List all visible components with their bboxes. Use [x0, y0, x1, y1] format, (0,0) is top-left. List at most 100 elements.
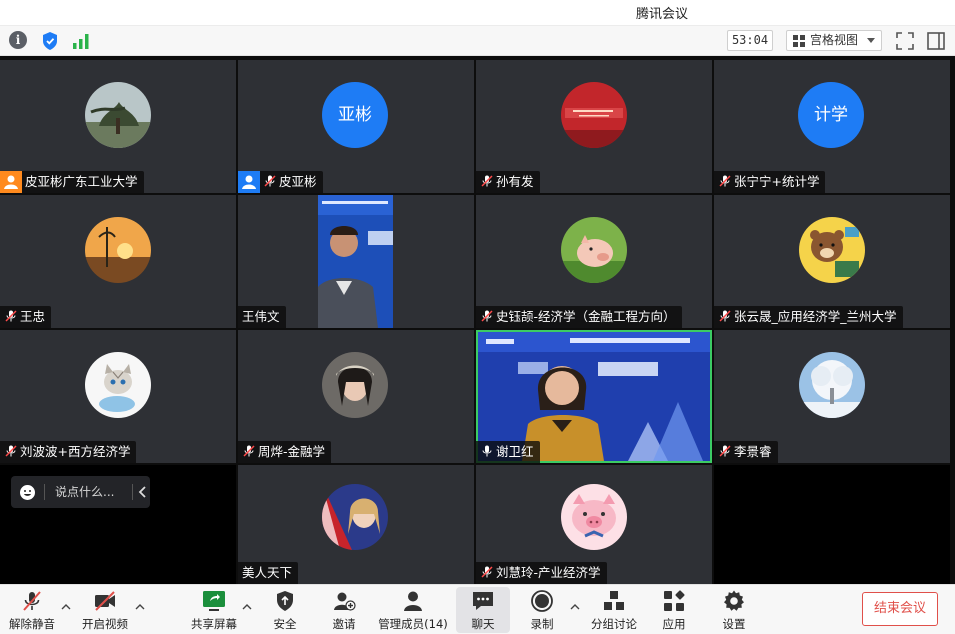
share-screen-button[interactable]: 共享屏幕 — [187, 587, 241, 633]
video-grid: 皮亚彬广东工业大学 亚彬 皮亚彬 孙有发 计学 张宁宁+统计学 王忠 王伟文 史… — [0, 56, 955, 584]
add-user-icon — [334, 592, 356, 611]
participant-name-tag: 张云晟_应用经济学_兰州大学 — [714, 306, 903, 328]
quick-chat-bar[interactable]: 说点什么... — [11, 476, 150, 508]
record-button[interactable]: 录制 — [521, 587, 563, 633]
participant-avatar — [85, 217, 151, 283]
participant-avatar: 亚彬 — [322, 82, 388, 148]
participant-avatar — [322, 352, 388, 418]
participant-tile[interactable]: 刘慧玲-产业经济学 — [476, 465, 712, 584]
participant-tile[interactable]: 美人天下 — [238, 465, 474, 584]
participant-name-tag: 美人天下 — [238, 562, 299, 584]
chat-input-placeholder[interactable]: 说点什么... — [55, 483, 114, 500]
participant-name-tag: 周烨-金融学 — [238, 441, 332, 463]
participant-tile[interactable]: 周烨-金融学 — [238, 330, 474, 463]
participant-name-tag: 刘波波+西方经济学 — [0, 441, 137, 463]
end-meeting-button[interactable]: 结束会议 — [862, 592, 938, 626]
invite-button[interactable]: 邀请 — [323, 587, 365, 633]
meeting-toolbar: 解除静音 开启视频 共享屏幕 安全 邀请 管理成员(14) 聊天 录制 分组讨论… — [0, 584, 955, 634]
unmute-button[interactable]: 解除静音 — [6, 587, 58, 633]
participant-avatar — [561, 217, 627, 283]
participant-tile[interactable]: 计学 张宁宁+统计学 — [714, 60, 950, 193]
muted-mic-icon — [23, 591, 41, 611]
participant-name-tag: 王伟文 — [238, 306, 286, 328]
chevron-down-icon — [867, 38, 875, 43]
participant-tile[interactable]: 史钰颉-经济学（金融工程方向） — [476, 195, 712, 328]
participant-name-tag: 张宁宁+统计学 — [714, 171, 826, 193]
chevron-up-icon[interactable] — [242, 603, 252, 611]
grid-view-icon — [793, 35, 805, 47]
empty-tile — [714, 465, 950, 584]
chat-bubble-icon — [473, 592, 493, 610]
window-title: 腾讯会议 — [635, 7, 688, 22]
muted-mic-icon — [481, 175, 493, 187]
chevron-up-icon[interactable] — [570, 603, 580, 611]
participant-tile[interactable]: 皮亚彬广东工业大学 — [0, 60, 236, 193]
divider — [44, 484, 45, 500]
participant-name-tag: 孙有发 — [476, 171, 540, 193]
security-shield-icon[interactable] — [40, 31, 60, 51]
participant-avatar — [85, 82, 151, 148]
host-user-icon — [238, 171, 260, 193]
gear-icon — [724, 590, 744, 611]
manage-members-button[interactable]: 管理成员(14) — [377, 587, 449, 633]
muted-mic-icon — [5, 445, 17, 457]
divider — [132, 484, 133, 500]
breakout-rooms-icon — [604, 591, 624, 610]
mic-active-icon — [482, 445, 492, 457]
participant-name-tag: 谢卫红 — [476, 441, 540, 463]
participant-avatar — [799, 217, 865, 283]
participant-video — [318, 195, 393, 328]
settings-button[interactable]: 设置 — [713, 587, 755, 633]
apps-button[interactable]: 应用 — [653, 587, 695, 633]
participant-name-tag: 皮亚彬广东工业大学 — [0, 171, 144, 193]
view-mode-dropdown[interactable]: 宫格视图 — [786, 30, 882, 51]
view-mode-label: 宫格视图 — [810, 33, 859, 47]
participant-avatar — [799, 352, 865, 418]
participant-avatar — [85, 352, 151, 418]
muted-mic-icon — [5, 310, 17, 322]
muted-mic-icon — [243, 445, 255, 457]
participant-tile[interactable]: 孙有发 — [476, 60, 712, 193]
share-screen-icon — [203, 591, 225, 611]
participant-name-tag: 刘慧玲-产业经济学 — [476, 562, 607, 584]
participant-avatar: 计学 — [798, 82, 864, 148]
chevron-left-icon[interactable] — [138, 485, 147, 499]
participant-avatar — [322, 484, 388, 550]
chat-button[interactable]: 聊天 — [456, 587, 510, 633]
participant-tile[interactable]: 亚彬 皮亚彬 — [238, 60, 474, 193]
side-panel-icon[interactable] — [926, 31, 946, 51]
participant-tile-active-speaker[interactable]: 谢卫红 — [476, 330, 712, 463]
start-video-button[interactable]: 开启视频 — [78, 587, 132, 633]
participant-name-tag: 皮亚彬 — [238, 171, 323, 193]
participant-tile[interactable]: 王伟文 — [238, 195, 474, 328]
meeting-info-bar: i 53:04 宫格视图 — [0, 26, 955, 56]
muted-mic-icon — [481, 310, 493, 322]
breakout-rooms-button[interactable]: 分组讨论 — [588, 587, 640, 633]
emoji-icon[interactable] — [19, 484, 36, 501]
host-user-icon — [0, 171, 22, 193]
participant-avatar — [561, 82, 627, 148]
record-icon — [531, 590, 553, 612]
participant-tile[interactable]: 刘波波+西方经济学 — [0, 330, 236, 463]
meeting-timer: 53:04 — [727, 30, 773, 51]
muted-mic-icon — [719, 175, 731, 187]
participant-avatar — [561, 484, 627, 550]
chevron-up-icon[interactable] — [61, 603, 71, 611]
security-button[interactable]: 安全 — [264, 587, 306, 633]
participant-tile[interactable]: 张云晟_应用经济学_兰州大学 — [714, 195, 950, 328]
participant-name-tag: 李景睿 — [714, 441, 778, 463]
participant-name-tag: 史钰颉-经济学（金融工程方向） — [476, 306, 682, 328]
members-icon — [404, 591, 422, 611]
chevron-up-icon[interactable] — [135, 603, 145, 611]
participant-name-tag: 王忠 — [0, 306, 52, 328]
fullscreen-icon[interactable] — [895, 31, 915, 51]
info-icon[interactable]: i — [9, 31, 29, 51]
muted-mic-icon — [264, 175, 276, 187]
meeting-window: 腾讯会议 i 53:04 宫格视图 皮亚彬广东工业大学 亚彬 皮亚彬 孙有发 计… — [0, 0, 955, 634]
muted-mic-icon — [719, 310, 731, 322]
muted-mic-icon — [481, 566, 493, 578]
title-bar: 腾讯会议 — [0, 0, 955, 26]
signal-strength-icon[interactable] — [71, 31, 91, 51]
participant-tile[interactable]: 王忠 — [0, 195, 236, 328]
participant-tile[interactable]: 李景睿 — [714, 330, 950, 463]
